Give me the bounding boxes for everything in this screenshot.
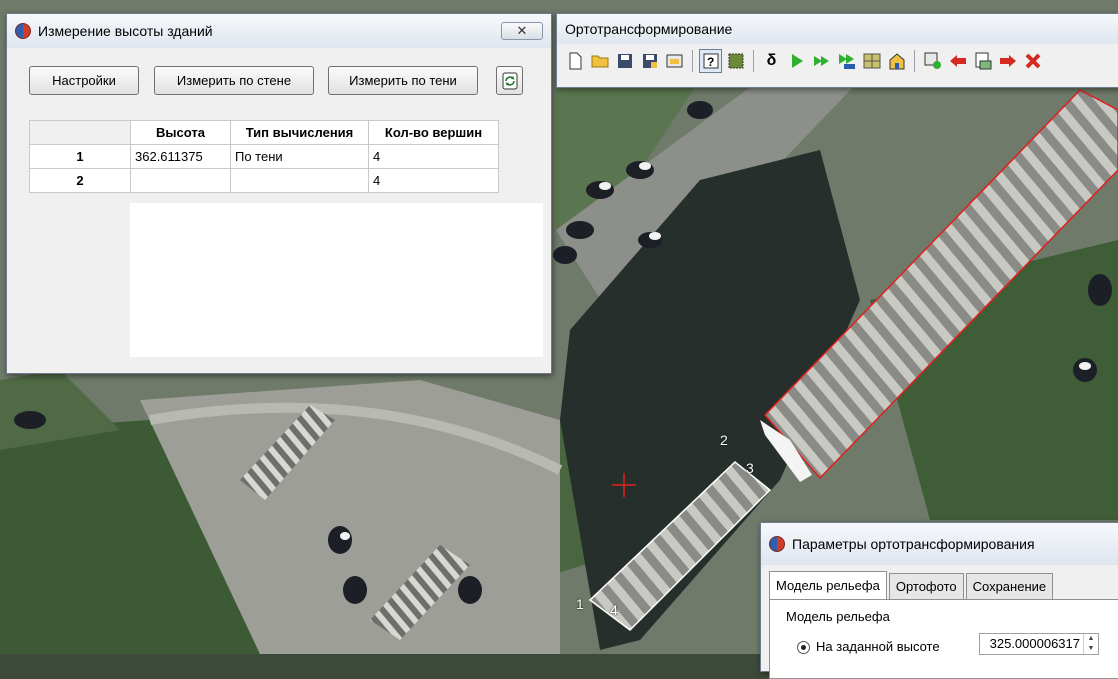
open-project-icon[interactable] xyxy=(663,49,686,73)
ortho-params-window: Параметры ортотрансформирования Модель р… xyxy=(760,522,1118,679)
app-logo-icon xyxy=(769,536,785,552)
app-logo-icon xyxy=(15,23,31,39)
settings-button[interactable]: Настройки xyxy=(29,66,139,95)
measure-by-wall-button[interactable]: Измерить по стене xyxy=(154,66,314,95)
table-header-row: Высота Тип вычисления Кол-во вершин xyxy=(29,120,499,145)
close-button[interactable]: ✕ xyxy=(501,22,543,40)
column-header-height[interactable]: Высота xyxy=(130,120,231,145)
delta-icon[interactable]: δ xyxy=(760,49,783,73)
tab-terrain-model[interactable]: Модель рельефа xyxy=(769,571,887,599)
new-file-icon[interactable] xyxy=(563,49,586,73)
point-label-4: 4 xyxy=(610,602,618,618)
building-height-window: Измерение высоты зданий ✕ Настройки Изме… xyxy=(6,13,552,374)
measure-by-shadow-button[interactable]: Измерить по тени xyxy=(328,66,478,95)
toolbar-separator xyxy=(914,50,915,72)
cell-height[interactable] xyxy=(130,168,231,193)
toolbar-separator xyxy=(692,50,693,72)
tab-orthophoto[interactable]: Ортофото xyxy=(888,573,964,599)
mosaic-icon[interactable] xyxy=(860,49,883,73)
close-icon: ✕ xyxy=(516,23,528,38)
help-icon[interactable]: ? xyxy=(699,49,722,73)
point-label-3: 3 xyxy=(746,460,754,476)
table-row[interactable]: 2 4 xyxy=(29,168,499,193)
height-input[interactable]: 325.000006317 xyxy=(979,633,1099,655)
window-title: Измерение высоты зданий xyxy=(38,23,213,39)
delete-icon[interactable] xyxy=(1021,49,1044,73)
measurements-table: Высота Тип вычисления Кол-во вершин 1 36… xyxy=(29,120,499,193)
refresh-button[interactable] xyxy=(496,66,523,95)
refresh-icon xyxy=(502,72,517,89)
settings-icon[interactable] xyxy=(921,49,944,73)
orthotransformation-toolbar: ? δ xyxy=(557,44,1118,78)
open-folder-icon[interactable] xyxy=(588,49,611,73)
tab-saving[interactable]: Сохранение xyxy=(965,573,1054,599)
window-title: Ортотрансформирование xyxy=(565,21,733,37)
table-row[interactable]: 1 362.611375 По тени 4 xyxy=(29,144,499,169)
row-number[interactable]: 2 xyxy=(29,168,131,193)
fixed-height-radio[interactable] xyxy=(797,641,810,654)
select-area-icon[interactable] xyxy=(724,49,747,73)
point-label-2: 2 xyxy=(720,432,728,448)
arrow-right-icon[interactable] xyxy=(996,49,1019,73)
window-title: Параметры ортотрансформирования xyxy=(792,536,1035,552)
params-tabs: Модель рельефа Ортофото Сохранение xyxy=(769,571,1055,599)
point-label-1: 1 xyxy=(576,596,584,612)
column-header-vertex-count[interactable]: Кол-во вершин xyxy=(368,120,499,145)
fixed-height-radio-label[interactable]: На заданной высоте xyxy=(816,639,940,654)
ortho-params-titlebar[interactable]: Параметры ортотрансформирования xyxy=(761,523,1118,565)
toolbar-separator xyxy=(753,50,754,72)
cell-vertex-count[interactable]: 4 xyxy=(368,144,499,169)
cell-calc-type[interactable] xyxy=(230,168,369,193)
save-icon[interactable] xyxy=(613,49,636,73)
terrain-model-group-label: Модель рельефа xyxy=(783,609,893,624)
play-icon[interactable] xyxy=(785,49,808,73)
export-icon[interactable] xyxy=(971,49,994,73)
building-icon[interactable] xyxy=(885,49,908,73)
corner-cell xyxy=(29,120,131,145)
orthotransformation-window: Ортотрансформирование ? δ xyxy=(556,13,1118,88)
orthotransformation-titlebar[interactable]: Ортотрансформирование xyxy=(557,14,1118,44)
save-as-icon[interactable] xyxy=(638,49,661,73)
arrow-left-icon[interactable] xyxy=(946,49,969,73)
cell-vertex-count[interactable]: 4 xyxy=(368,168,499,193)
play-all-icon[interactable] xyxy=(810,49,833,73)
height-spinner[interactable]: ▲ ▼ xyxy=(1083,634,1098,654)
row-header-column xyxy=(29,203,130,357)
cell-calc-type[interactable]: По тени xyxy=(230,144,369,169)
cell-height[interactable]: 362.611375 xyxy=(130,144,231,169)
svg-text:?: ? xyxy=(707,55,714,69)
building-height-titlebar[interactable]: Измерение высоты зданий ✕ xyxy=(7,14,551,48)
row-number[interactable]: 1 xyxy=(29,144,131,169)
column-header-calc-type[interactable]: Тип вычисления xyxy=(230,120,369,145)
play-mt-icon[interactable] xyxy=(835,49,858,73)
table-empty-area xyxy=(29,203,543,357)
